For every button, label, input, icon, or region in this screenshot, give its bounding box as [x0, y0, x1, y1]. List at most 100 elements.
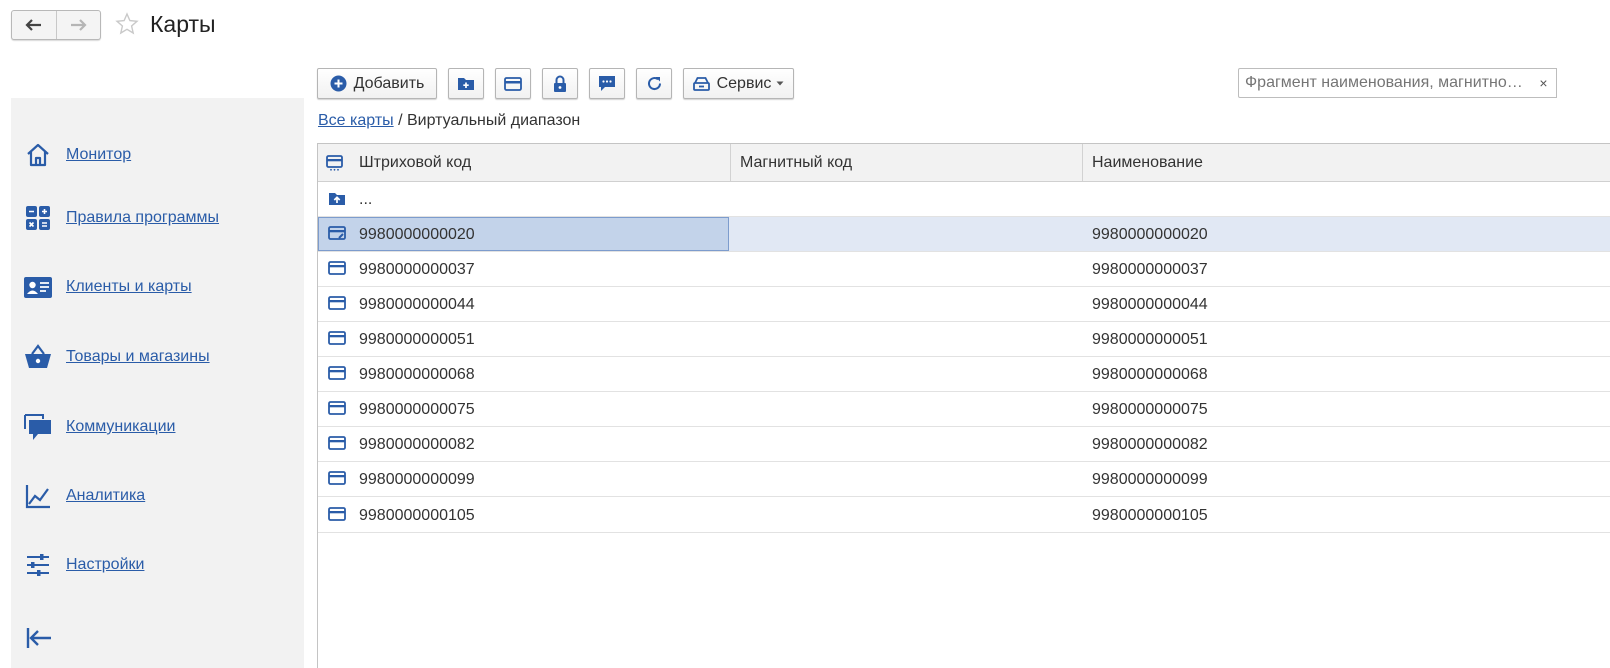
barcode-cell: 9980000000037 [359, 260, 475, 278]
name-cell: 9980000000082 [1092, 435, 1208, 453]
breadcrumb-separator: / [393, 112, 407, 129]
sidebar-item-label: Аналитика [66, 487, 146, 504]
name-cell: 9980000000044 [1092, 295, 1208, 313]
chart-icon [23, 481, 53, 511]
table-row[interactable]: 9980000000075 9980000000075 [318, 392, 1610, 427]
table-header: Штриховой код Магнитный код Наименование [318, 144, 1610, 182]
service-icon [692, 77, 710, 91]
name-cell: 9980000000068 [1092, 365, 1208, 383]
sidebar-item-rules[interactable]: Правила программы [23, 202, 219, 234]
parent-folder-label: ... [359, 190, 373, 208]
card-icon [504, 76, 522, 91]
card-icon [328, 331, 346, 345]
card-icon [328, 296, 346, 310]
home-icon [23, 140, 53, 170]
table-row-parent-folder[interactable]: ... [318, 182, 1610, 217]
chat-icon [23, 412, 53, 442]
folder-up-icon [329, 193, 345, 205]
forward-button[interactable] [55, 11, 101, 39]
table-row[interactable]: 9980000000082 9980000000082 [318, 427, 1610, 462]
barcode-cell: 9980000000075 [359, 400, 475, 418]
calculator-icon [23, 203, 53, 233]
barcode-cell: 9980000000020 [359, 225, 475, 243]
barcode-cell: 9980000000051 [359, 330, 475, 348]
basket-icon [23, 342, 53, 372]
sidebar-item-label: Товары и магазины [66, 348, 210, 365]
arrow-left-icon [25, 19, 41, 31]
plus-circle-icon [330, 75, 347, 92]
lock-button[interactable] [542, 68, 578, 99]
sidebar-item-analytics[interactable]: Аналитика [23, 480, 145, 512]
sidebar-item-goods[interactable]: Товары и магазины [23, 341, 210, 373]
barcode-cell: 9980000000044 [359, 295, 475, 313]
card-icon [328, 261, 346, 275]
sidebar-item-settings[interactable]: Настройки [23, 549, 144, 581]
sidebar-item-communications[interactable]: Коммуникации [23, 411, 175, 443]
favorite-star-icon[interactable] [115, 12, 139, 36]
barcode-cell: 9980000000099 [359, 470, 475, 488]
breadcrumb-current: Виртуальный диапазон [406, 112, 581, 129]
column-divider[interactable] [1082, 144, 1083, 181]
lock-icon [554, 75, 566, 92]
table-row[interactable]: 9980000000051 9980000000051 [318, 322, 1610, 357]
cards-table: Штриховой код Магнитный код Наименование… [317, 143, 1610, 668]
page-title: Карты [150, 11, 216, 37]
table-row[interactable]: 9980000000105 9980000000105 [318, 498, 1610, 533]
add-button-label: Добавить [353, 74, 425, 92]
folder-add-icon [458, 78, 474, 90]
card-icon [328, 401, 346, 415]
breadcrumb: Все карты / Виртуальный диапазон [318, 112, 580, 130]
table-row[interactable]: 9980000000044 9980000000044 [318, 287, 1610, 322]
service-button-label: Сервис [716, 74, 772, 92]
sidebar-item-label: Монитор [66, 146, 132, 163]
name-cell: 9980000000037 [1092, 260, 1208, 278]
column-header-barcode[interactable]: Штриховой код [359, 144, 471, 181]
chevron-down-icon [776, 81, 784, 86]
add-button[interactable]: Добавить [317, 68, 437, 99]
column-header-name[interactable]: Наименование [1092, 144, 1203, 181]
add-folder-button[interactable] [448, 68, 484, 99]
message-icon [599, 76, 615, 91]
clear-search-button[interactable]: × [1531, 68, 1557, 98]
sidebar-item-clients[interactable]: Клиенты и карты [23, 271, 192, 303]
message-button[interactable] [589, 68, 625, 99]
name-cell: 9980000000020 [1092, 225, 1208, 243]
table-row[interactable]: 9980000000037 9980000000037 [318, 252, 1610, 287]
sidebar-item-label: Настройки [66, 556, 145, 573]
table-row[interactable]: 9980000000099 9980000000099 [318, 462, 1610, 497]
card-icon [328, 436, 346, 450]
barcode-cell: 9980000000105 [359, 506, 475, 524]
card-icon [328, 507, 346, 521]
name-cell: 9980000000105 [1092, 506, 1208, 524]
card-column-icon[interactable] [326, 155, 343, 171]
breadcrumb-all-cards-link[interactable]: Все карты [318, 112, 394, 129]
barcode-cell: 9980000000068 [359, 365, 475, 383]
collapse-sidebar-icon[interactable] [25, 624, 53, 652]
name-cell: 9980000000075 [1092, 400, 1208, 418]
card-icon [328, 366, 346, 380]
column-divider[interactable] [730, 144, 731, 181]
refresh-icon [647, 77, 661, 91]
sliders-icon [23, 550, 53, 580]
barcode-cell: 9980000000082 [359, 435, 475, 453]
card-icon [328, 471, 346, 485]
card-button[interactable] [495, 68, 531, 99]
back-button[interactable] [12, 11, 56, 39]
table-row[interactable]: 9980000000020 9980000000020 [318, 217, 1610, 252]
table-row[interactable]: 9980000000068 9980000000068 [318, 357, 1610, 392]
card-edit-icon [328, 226, 346, 240]
name-cell: 9980000000099 [1092, 470, 1208, 488]
sidebar: Монитор Правила программы Клиенты и карт… [11, 98, 304, 668]
arrow-right-icon [71, 19, 87, 31]
name-cell: 9980000000051 [1092, 330, 1208, 348]
search-input[interactable] [1238, 68, 1532, 98]
sidebar-item-monitor[interactable]: Монитор [23, 139, 131, 171]
sidebar-item-label: Правила программы [66, 209, 220, 226]
sidebar-item-label: Коммуникации [66, 418, 176, 435]
id-card-icon [23, 272, 53, 302]
navigation-buttons [11, 10, 101, 40]
column-header-magnetic-code[interactable]: Магнитный код [740, 144, 852, 181]
refresh-button[interactable] [636, 68, 672, 99]
sidebar-item-label: Клиенты и карты [66, 278, 192, 295]
service-menu-button[interactable]: Сервис [683, 68, 794, 99]
